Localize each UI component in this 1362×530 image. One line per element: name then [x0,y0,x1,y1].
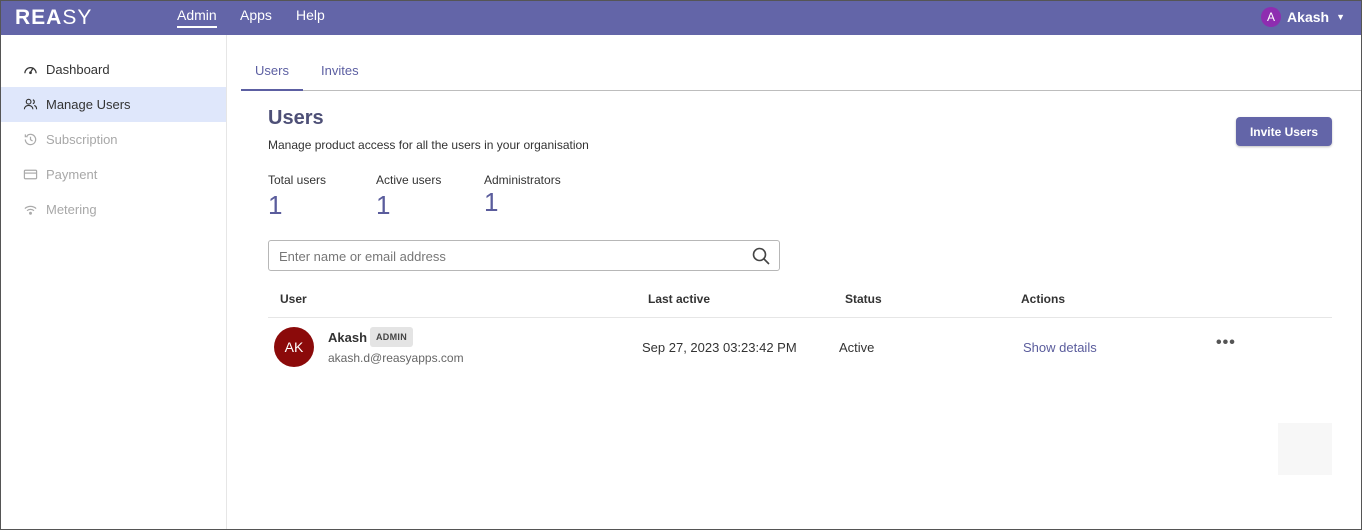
sidebar-item-payment[interactable]: Payment [1,157,226,192]
column-header-status: Status [845,292,882,306]
nav-admin[interactable]: Admin [177,7,217,28]
top-navbar: REASY Admin Apps Help A Akash ▼ [1,1,1361,35]
sidebar-item-label: Manage Users [46,97,131,112]
sidebar-item-label: Dashboard [46,62,110,77]
column-header-actions: Actions [1021,292,1066,306]
sidebar-item-manage-users[interactable]: Manage Users [1,87,226,122]
stat-value: 1 [376,190,391,220]
caret-down-icon: ▼ [1336,12,1345,22]
search-box [268,240,780,271]
sidebar-item-label: Payment [46,167,98,182]
history-icon [24,133,37,146]
tab-bar: Users Invites [241,53,1361,91]
stat-label: Total users [268,173,327,187]
reasy-logo[interactable]: REASY [15,6,92,30]
sidebar: Dashboard Manage Users Subscription Paym… [1,35,227,529]
stat-administrators: Administrators 1 [484,173,561,218]
sidebar-item-metering[interactable]: Metering [1,192,226,227]
invite-users-button[interactable]: Invite Users [1236,117,1332,146]
search-icon[interactable] [751,246,771,266]
stat-label: Administrators [484,173,561,187]
stat-label: Active users [376,173,442,187]
table-row: AK Akash ADMIN akash.d@reasyapps.com Sep… [268,317,1332,377]
column-header-user: User [280,292,307,306]
blank-panel [1278,423,1332,475]
stat-value: 1 [268,190,283,220]
stat-total-users: Total users 1 [268,173,326,221]
user-menu[interactable]: A Akash ▼ [1261,5,1345,29]
more-actions-icon[interactable]: ••• [1216,334,1236,352]
row-user-email: akash.d@reasyapps.com [328,351,464,365]
tab-users[interactable]: Users [241,63,303,91]
role-badge: ADMIN [370,327,413,347]
nav-apps[interactable]: Apps [240,7,272,26]
user-avatar: A [1261,7,1282,27]
gauge-icon [24,67,37,75]
sidebar-item-label: Metering [46,202,97,217]
user-name: Akash [1287,9,1330,25]
column-header-last-active: Last active [648,292,711,306]
stat-active-users: Active users 1 [376,173,441,221]
sidebar-item-dashboard[interactable]: Dashboard [1,52,226,87]
row-status: Active [839,340,875,355]
avatar: AK [274,327,314,367]
show-details-link[interactable]: Show details [1023,340,1097,355]
users-icon [23,98,38,110]
sidebar-item-subscription[interactable]: Subscription [1,122,226,157]
row-user-name: Akash [328,330,368,345]
wifi-icon [24,205,37,215]
nav-help[interactable]: Help [296,7,325,26]
stat-value: 1 [484,187,499,217]
credit-card-icon [23,169,38,180]
main-content: Users Invites Users Manage product acces… [228,35,1361,529]
page-title: Users [268,107,324,129]
row-last-active: Sep 27, 2023 03:23:42 PM [642,340,797,355]
tab-invites[interactable]: Invites [307,63,373,91]
search-input[interactable] [279,247,739,265]
page-subtitle: Manage product access for all the users … [268,138,589,152]
sidebar-item-label: Subscription [46,132,118,147]
